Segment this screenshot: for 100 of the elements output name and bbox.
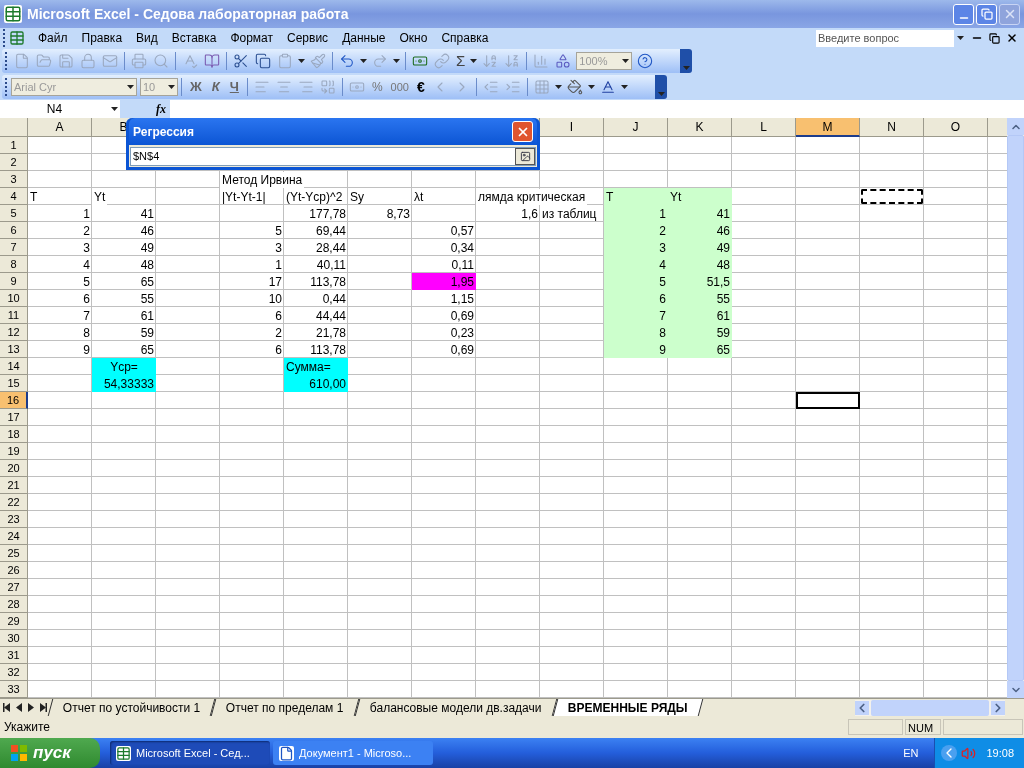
caret-icon[interactable]	[298, 59, 305, 63]
new-file-icon[interactable]	[14, 53, 30, 69]
menu-item[interactable]: Данные	[335, 29, 393, 47]
menu-item[interactable]: Сервис	[280, 29, 336, 47]
italic-button[interactable]: К	[206, 77, 225, 97]
row-header[interactable]: 17	[0, 409, 28, 426]
spreadsheet-icon[interactable]	[9, 30, 25, 46]
toolbar-options-icon[interactable]	[657, 92, 665, 96]
row-header[interactable]: 28	[0, 596, 28, 613]
row-header[interactable]: 33	[0, 681, 28, 698]
minimize-button[interactable]	[953, 3, 974, 25]
mail-icon[interactable]	[102, 53, 118, 69]
row-header[interactable]: 22	[0, 494, 28, 511]
save-icon[interactable]	[58, 53, 74, 69]
row-header[interactable]: 8	[0, 256, 28, 273]
fill-bucket-icon[interactable]	[566, 79, 583, 95]
column-header[interactable]: M	[796, 118, 860, 137]
restore-button[interactable]	[976, 3, 997, 25]
money-icon[interactable]	[412, 53, 428, 69]
sheet-tab[interactable]: балансовые модели дв.задачи	[354, 699, 557, 716]
caret-icon[interactable]	[622, 59, 630, 63]
brush-icon[interactable]	[310, 53, 326, 69]
row-header[interactable]: 26	[0, 562, 28, 579]
caret-icon[interactable]	[554, 85, 562, 89]
help-icon[interactable]	[637, 53, 654, 69]
row-header[interactable]: 32	[0, 664, 28, 681]
caret-icon[interactable]	[393, 59, 400, 63]
row-header[interactable]: 21	[0, 477, 28, 494]
language-indicator[interactable]: EN	[903, 744, 919, 762]
row-header[interactable]: 13	[0, 341, 28, 358]
caret-icon[interactable]	[360, 59, 367, 63]
undo-icon[interactable]	[339, 53, 355, 69]
row-header[interactable]: 24	[0, 528, 28, 545]
caret-icon[interactable]	[587, 85, 595, 89]
link-icon[interactable]	[434, 53, 450, 69]
book-icon[interactable]	[204, 53, 220, 69]
printer-icon[interactable]	[131, 53, 147, 69]
menu-item[interactable]: Формат	[223, 29, 281, 47]
row-header[interactable]: 31	[0, 647, 28, 664]
row-header[interactable]: 3	[0, 171, 28, 188]
chart-icon[interactable]	[533, 53, 550, 69]
question-field[interactable]: Введите вопрос	[816, 29, 954, 47]
row-header[interactable]: 30	[0, 630, 28, 647]
indent-decrease-icon[interactable]	[482, 79, 499, 95]
menu-item[interactable]: Правка	[74, 29, 130, 47]
taskbar-button[interactable]: Документ1 - Microso...	[273, 741, 433, 765]
caret-icon[interactable]	[956, 36, 964, 40]
row-header[interactable]: 15	[0, 375, 28, 392]
copy-icon[interactable]	[255, 53, 271, 69]
row-header[interactable]: 19	[0, 443, 28, 460]
scroll-left-icon[interactable]	[855, 700, 869, 715]
close-icon[interactable]	[1006, 32, 1018, 44]
row-header[interactable]: 18	[0, 426, 28, 443]
sheet-tab[interactable]: ВРЕМЕННЫЕ РЯДЫ	[552, 699, 703, 716]
expand-tray-icon[interactable]	[941, 745, 958, 761]
row-header[interactable]: 10	[0, 290, 28, 307]
collapse-button[interactable]	[515, 147, 535, 165]
taskbar-button[interactable]: Microsoft Excel - Сед...	[110, 741, 270, 765]
folder-icon[interactable]	[36, 53, 52, 69]
row-header[interactable]: 20	[0, 460, 28, 477]
menu-item[interactable]: Файл	[31, 29, 75, 47]
sort-descending-icon[interactable]	[504, 53, 521, 69]
merge-icon[interactable]	[319, 79, 336, 95]
menu-item[interactable]: Вставка	[164, 29, 224, 47]
bold-button[interactable]: Ж	[185, 77, 207, 97]
row-header[interactable]: 25	[0, 545, 28, 562]
row-header[interactable]: 12	[0, 324, 28, 341]
menu-item[interactable]: Окно	[392, 29, 435, 47]
row-header[interactable]: 9	[0, 273, 28, 290]
restore-icon[interactable]	[989, 32, 1000, 44]
font-color-icon[interactable]	[599, 79, 616, 95]
caret-icon[interactable]	[168, 85, 175, 89]
row-header[interactable]: 23	[0, 511, 28, 528]
scissors-icon[interactable]	[233, 53, 249, 69]
spelling-icon[interactable]	[182, 53, 198, 69]
last-sheet-icon[interactable]	[39, 703, 47, 712]
row-header[interactable]: 11	[0, 307, 28, 324]
row-header[interactable]: 14	[0, 358, 28, 375]
row-header[interactable]: 1	[0, 137, 28, 154]
caret-icon[interactable]	[127, 85, 134, 89]
next-sheet-icon[interactable]	[27, 703, 35, 712]
horizontal-scrollbar[interactable]	[855, 699, 1005, 716]
function-button[interactable]: fx	[156, 100, 166, 118]
scroll-right-icon[interactable]	[991, 700, 1005, 715]
first-sheet-icon[interactable]	[3, 703, 11, 712]
menu-item[interactable]: Справка	[434, 29, 496, 47]
clipboard-icon[interactable]	[277, 53, 293, 69]
sum-button[interactable]: Σ	[453, 49, 469, 73]
row-header[interactable]: 2	[0, 154, 28, 171]
toolbar-options-icon[interactable]	[682, 66, 690, 70]
speaker-icon[interactable]	[961, 745, 977, 761]
row-header[interactable]: 7	[0, 239, 28, 256]
row-header[interactable]: 6	[0, 222, 28, 239]
previous-sheet-icon[interactable]	[15, 703, 23, 712]
close-button[interactable]	[999, 3, 1020, 25]
lock-icon[interactable]	[80, 53, 96, 69]
row-header[interactable]: 16	[0, 392, 28, 409]
sheet-tab[interactable]: Отчет по пределам 1	[211, 699, 360, 716]
row-header[interactable]: 4	[0, 188, 28, 205]
start-button[interactable]: пуск	[0, 738, 100, 768]
